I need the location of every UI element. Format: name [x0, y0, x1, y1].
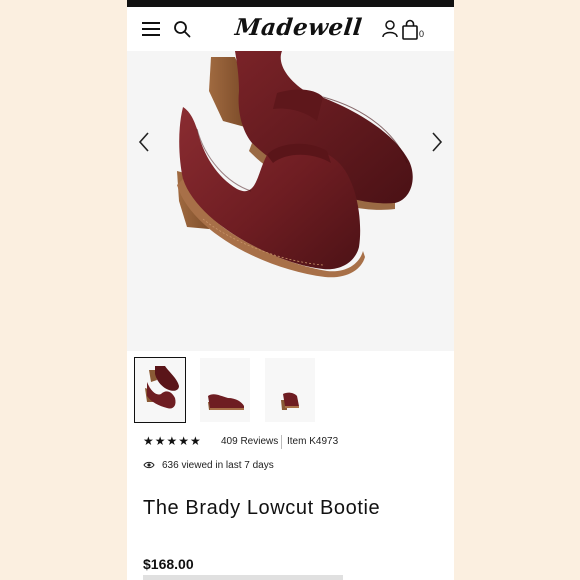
star-rating-icon: ★★★★★: [143, 434, 202, 448]
product-title: The Brady Lowcut Bootie: [143, 497, 381, 519]
thumbnail-1[interactable]: [134, 357, 186, 423]
product-main-image[interactable]: [127, 51, 454, 351]
account-icon[interactable]: [382, 20, 398, 38]
next-image-arrow-icon[interactable]: [430, 131, 444, 153]
status-bar: [127, 0, 454, 7]
rating-row: ★★★★★ 409 Reviews Item K4973: [143, 434, 443, 450]
search-icon[interactable]: [173, 20, 191, 38]
previous-image-arrow-icon[interactable]: [137, 131, 151, 153]
menu-icon[interactable]: [142, 22, 160, 36]
divider: [281, 435, 282, 449]
views-count-text: 636 viewed in last 7 days: [162, 460, 274, 471]
eye-icon: [143, 461, 155, 469]
mobile-screen: Madewell 0 ★★★★★ 409 Reviews Item K4973 …: [127, 0, 454, 580]
brand-logo[interactable]: Madewell: [233, 14, 364, 44]
promo-text-cropped: [143, 575, 343, 580]
bootie-pair-illustration: [177, 51, 413, 278]
reviews-link[interactable]: 409 Reviews: [221, 436, 278, 447]
product-price: $168.00: [143, 556, 194, 572]
thumbnail-3[interactable]: [265, 358, 315, 422]
thumbnail-2[interactable]: [200, 358, 250, 422]
bag-count-badge: 0: [419, 29, 425, 39]
thumbnail-strip: [127, 357, 454, 424]
bag-icon[interactable]: [401, 19, 421, 41]
site-header: Madewell 0: [127, 7, 454, 51]
item-number: Item K4973: [287, 436, 339, 447]
